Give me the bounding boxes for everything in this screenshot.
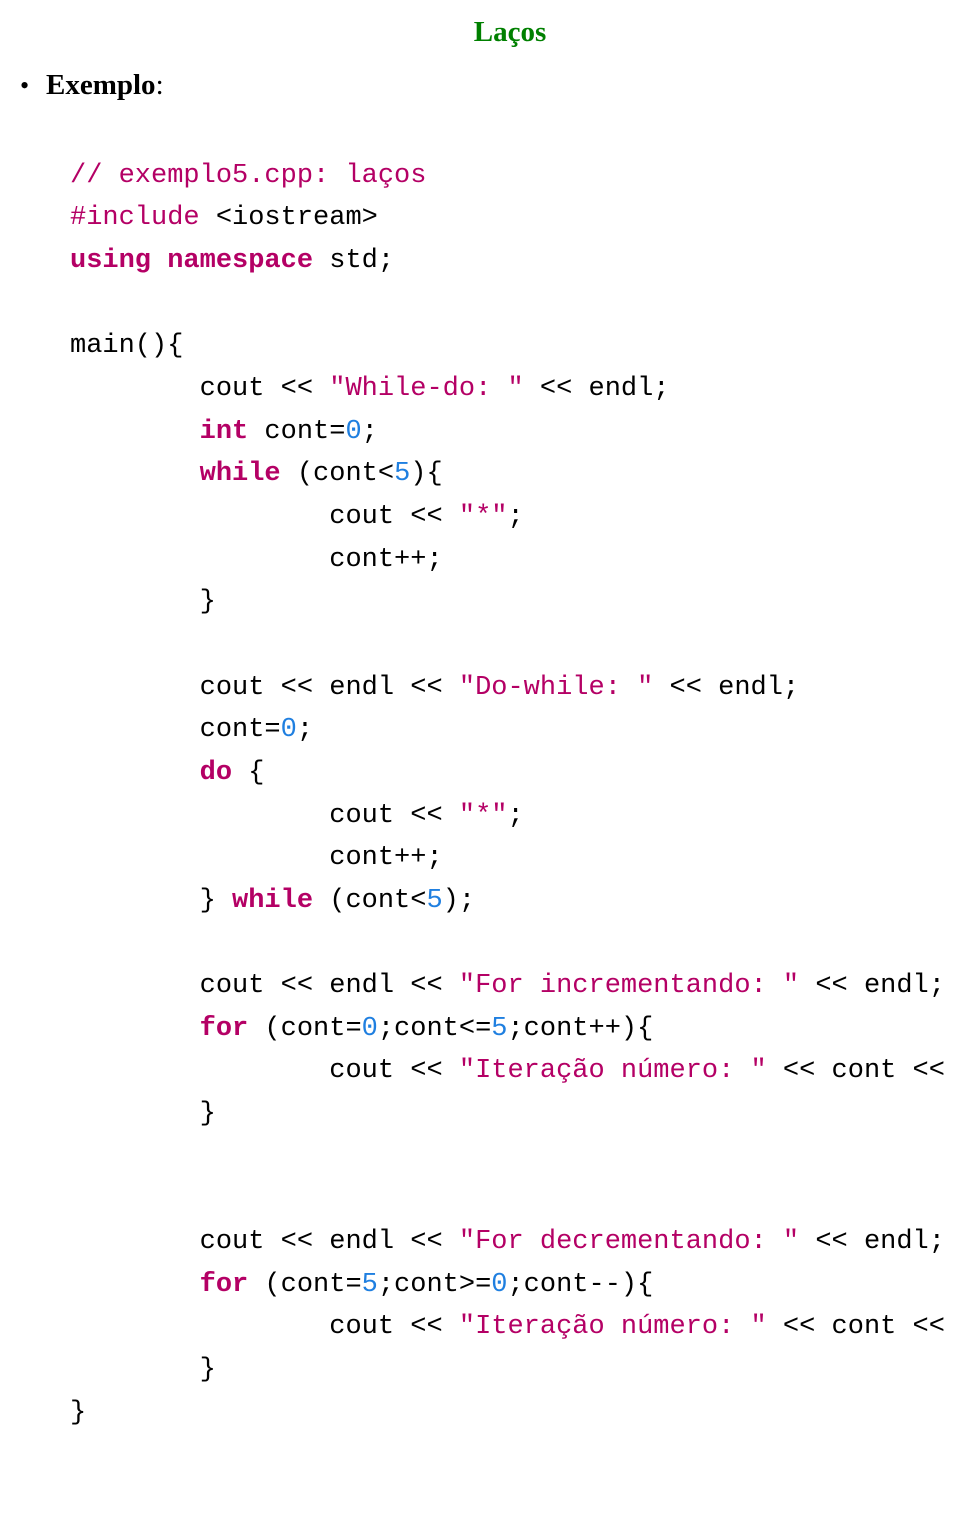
- code-line: );: [443, 886, 475, 916]
- code-line: cout <<: [70, 1056, 459, 1086]
- code-line: cout <<: [70, 1312, 459, 1342]
- code-line: }: [70, 1355, 216, 1385]
- code-line: ;: [362, 417, 378, 447]
- code-comment: // exemplo5.cpp: laços: [70, 161, 426, 191]
- code-number: 5: [362, 1270, 378, 1300]
- code-blank: [70, 1142, 86, 1172]
- code-line: cont++;: [70, 545, 443, 575]
- code-line: cout << endl <<: [70, 673, 459, 703]
- code-line: }: [70, 587, 216, 617]
- code-line: << endl;: [799, 971, 945, 1001]
- code-line: (cont=: [248, 1270, 361, 1300]
- code-line: [70, 758, 200, 788]
- code-line: cont=: [248, 417, 345, 447]
- example-heading: • Exemplo:: [20, 69, 940, 102]
- code-line: }: [70, 886, 232, 916]
- code-include-keyword: #include: [70, 203, 200, 233]
- code-line: (cont<: [313, 886, 426, 916]
- code-line: << cont << endl;: [767, 1056, 960, 1086]
- code-line: << endl;: [653, 673, 799, 703]
- code-string: "*": [459, 801, 508, 831]
- code-using: using namespace: [70, 246, 313, 276]
- code-line: [70, 459, 200, 489]
- code-type: int: [200, 417, 249, 447]
- code-line: ;: [297, 715, 313, 745]
- bullet-icon: •: [20, 71, 30, 101]
- code-end: }: [70, 1398, 86, 1428]
- code-line: ;cont++){: [507, 1014, 653, 1044]
- code-keyword: while: [200, 459, 281, 489]
- code-blank: [70, 630, 86, 660]
- code-number: 5: [394, 459, 410, 489]
- code-line: cout << endl <<: [70, 1227, 459, 1257]
- code-string: "Iteração número: ": [459, 1056, 767, 1086]
- code-number: 5: [491, 1014, 507, 1044]
- code-line: ;: [507, 801, 523, 831]
- code-string: "For decrementando: ": [459, 1227, 799, 1257]
- code-number: 5: [426, 886, 442, 916]
- code-string: "While-do: ": [329, 374, 523, 404]
- code-line: cont++;: [70, 843, 443, 873]
- code-number: 0: [281, 715, 297, 745]
- code-string: "Iteração número: ": [459, 1312, 767, 1342]
- code-line: cont=: [70, 715, 281, 745]
- code-line: cout <<: [70, 374, 329, 404]
- code-std: std;: [313, 246, 394, 276]
- code-keyword: while: [232, 886, 313, 916]
- code-keyword: for: [200, 1270, 249, 1300]
- code-blank: [70, 928, 86, 958]
- example-colon: :: [156, 69, 164, 101]
- code-blank: [70, 289, 86, 319]
- code-keyword: for: [200, 1014, 249, 1044]
- code-line: [70, 1014, 200, 1044]
- page-title: Laços: [80, 16, 940, 49]
- code-line: (cont=: [248, 1014, 361, 1044]
- code-line: ;cont--){: [507, 1270, 653, 1300]
- code-blank: [70, 1184, 86, 1214]
- code-line: cout <<: [70, 801, 459, 831]
- code-line: [70, 417, 200, 447]
- code-main: main(){: [70, 331, 183, 361]
- code-line: (cont<: [281, 459, 394, 489]
- code-line: << endl;: [524, 374, 670, 404]
- code-string: "For incrementando: ": [459, 971, 799, 1001]
- code-line: cout <<: [70, 502, 459, 532]
- code-number: 0: [362, 1014, 378, 1044]
- code-number: 0: [491, 1270, 507, 1300]
- code-number: 0: [345, 417, 361, 447]
- code-block: // exemplo5.cpp: laços #include <iostrea…: [70, 112, 940, 1434]
- code-string: "*": [459, 502, 508, 532]
- code-line: << endl;: [799, 1227, 945, 1257]
- code-string: "Do-while: ": [459, 673, 653, 703]
- code-include-value: <iostream>: [200, 203, 378, 233]
- code-line: << cont << endl;: [767, 1312, 960, 1342]
- code-line: ;cont>=: [378, 1270, 491, 1300]
- code-line: ;cont<=: [378, 1014, 491, 1044]
- code-line: }: [70, 1099, 216, 1129]
- code-line: [70, 1270, 200, 1300]
- code-line: cout << endl <<: [70, 971, 459, 1001]
- code-keyword: do: [200, 758, 232, 788]
- example-label: Exemplo: [46, 69, 156, 101]
- code-line: {: [232, 758, 264, 788]
- code-line: ;: [507, 502, 523, 532]
- code-line: ){: [410, 459, 442, 489]
